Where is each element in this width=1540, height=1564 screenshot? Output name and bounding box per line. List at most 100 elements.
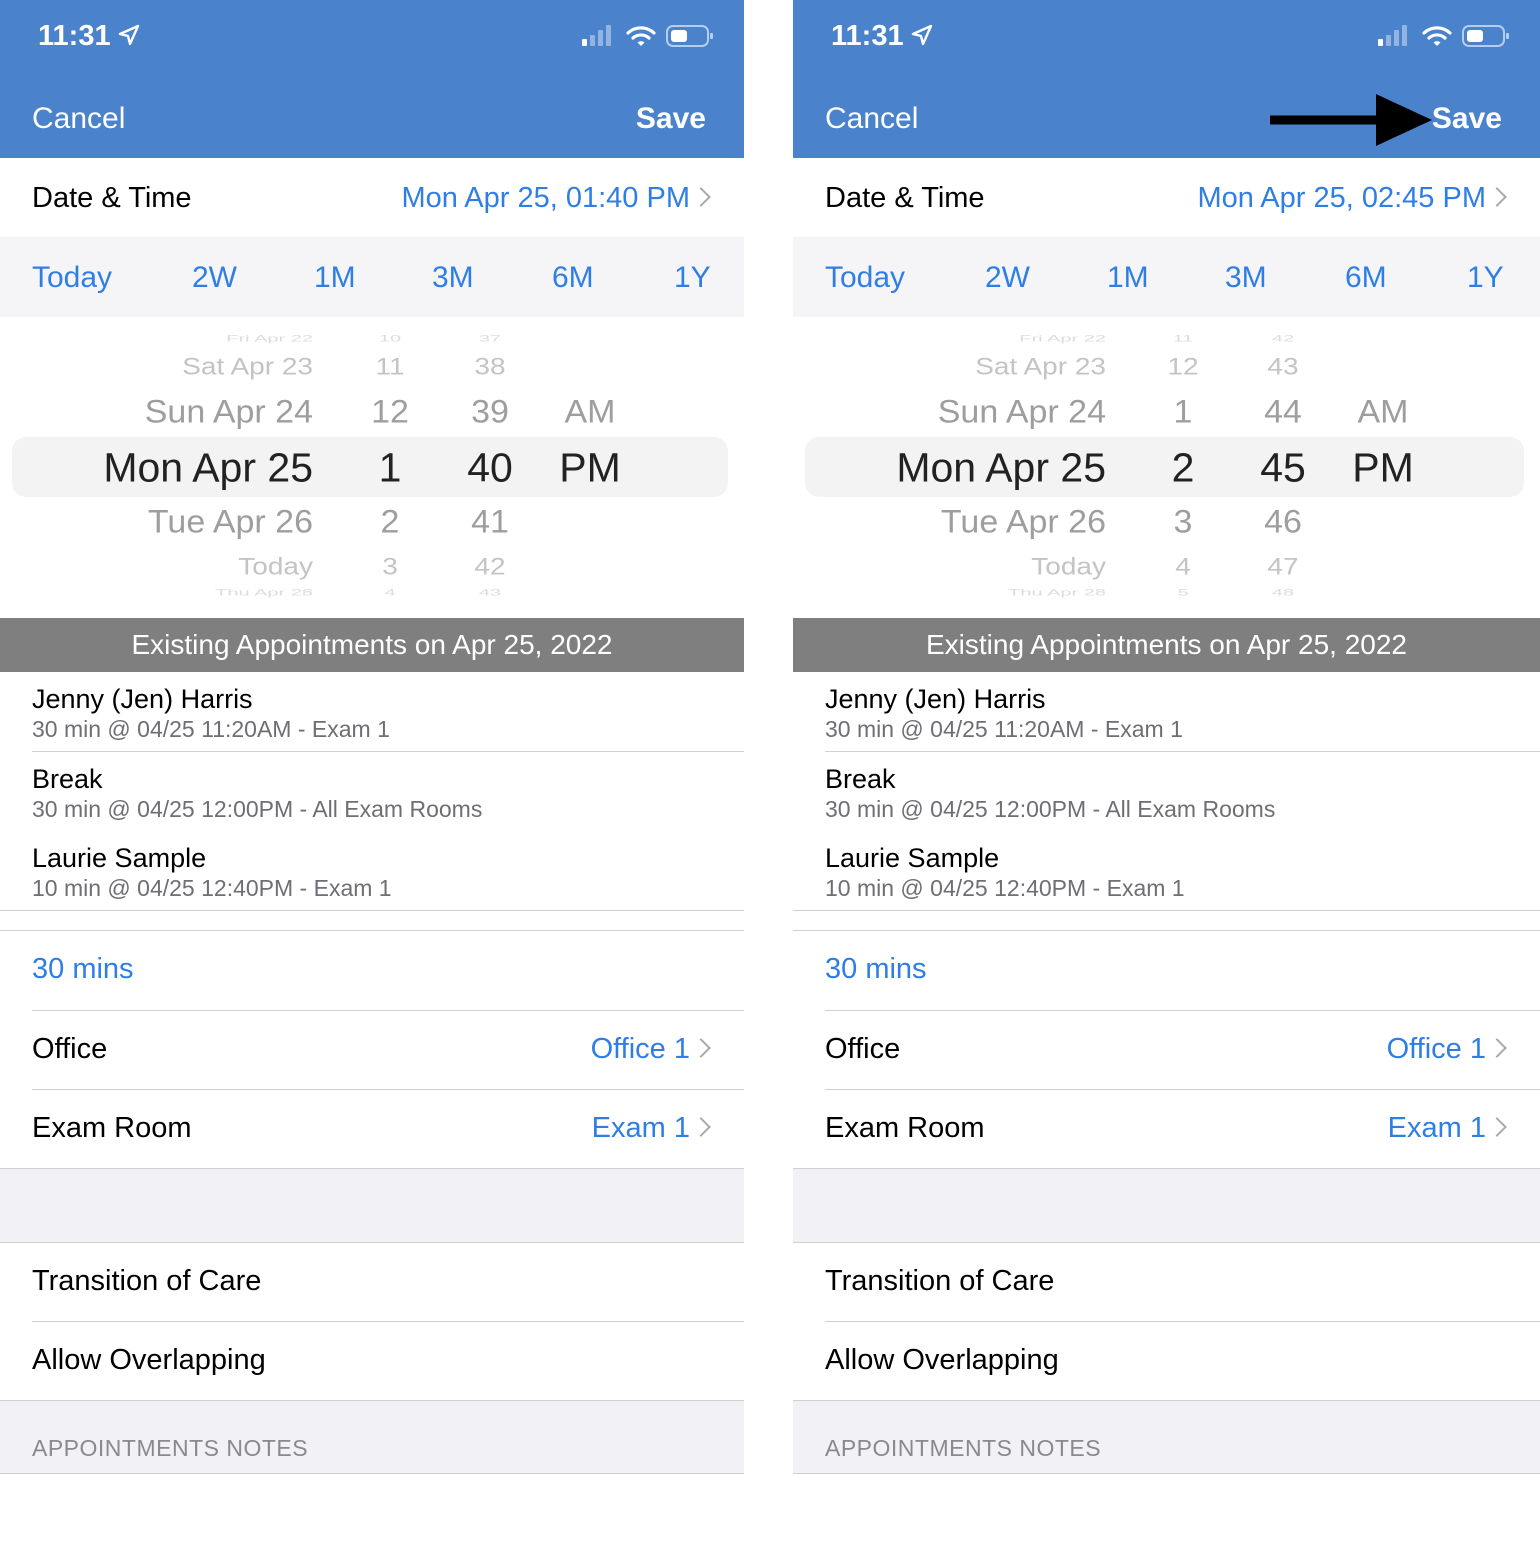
picker-minute[interactable]: 45 bbox=[1260, 447, 1306, 489]
picker-date[interactable]: Fri Apr 22 bbox=[1019, 335, 1106, 344]
picker-minute[interactable]: 37 bbox=[479, 335, 501, 344]
picker-hour[interactable]: 12 bbox=[1167, 355, 1198, 379]
office-value[interactable]: Office 1 bbox=[591, 1033, 711, 1066]
picker-ampm[interactable]: PM bbox=[559, 447, 621, 489]
picker-minute[interactable]: 47 bbox=[1267, 555, 1298, 579]
office-row[interactable]: Office Office 1 bbox=[0, 1011, 744, 1089]
duration-value[interactable]: 30 mins bbox=[825, 953, 927, 986]
picker-hour[interactable]: 10 bbox=[379, 335, 401, 344]
picker-hour[interactable]: 1 bbox=[379, 447, 402, 489]
appointment-item[interactable]: Laurie Sample 10 min @ 04/25 12:40PM - Ex… bbox=[793, 831, 1540, 910]
appointment-item[interactable]: Jenny (Jen) Harris 30 min @ 04/25 11:20AM… bbox=[793, 672, 1540, 751]
quick-range-1m[interactable]: 1M bbox=[1107, 261, 1149, 295]
picker-date[interactable]: Mon Apr 25 bbox=[896, 447, 1106, 489]
exam-room-row[interactable]: Exam Room Exam 1 bbox=[0, 1090, 744, 1168]
picker-minute[interactable]: 43 bbox=[479, 589, 501, 598]
picker-minute[interactable]: 38 bbox=[474, 355, 505, 379]
quick-range-6m[interactable]: 6M bbox=[552, 261, 594, 295]
date-time-picker[interactable]: Fri Apr 22 Sat Apr 23 Sun Apr 24 Mon Apr 25… bbox=[0, 317, 744, 618]
exam-room-value-text: Exam 1 bbox=[591, 1112, 690, 1144]
picker-date[interactable]: Sat Apr 23 bbox=[975, 355, 1106, 379]
appointment-item[interactable]: Laurie Sample 10 min @ 04/25 12:40PM - Ex… bbox=[0, 831, 744, 910]
picker-minute[interactable]: 42 bbox=[474, 555, 505, 579]
date-time-picker[interactable]: Fri Apr 22 Sat Apr 23 Sun Apr 24 Mon Apr 25… bbox=[793, 317, 1540, 618]
picker-hour[interactable]: 3 bbox=[1174, 506, 1193, 538]
exam-room-label: Exam Room bbox=[825, 1112, 985, 1144]
picker-minute[interactable]: 43 bbox=[1267, 355, 1298, 379]
picker-date[interactable]: Fri Apr 22 bbox=[226, 335, 313, 344]
office-row[interactable]: Office Office 1 bbox=[793, 1011, 1540, 1089]
cancel-button[interactable]: Cancel bbox=[32, 102, 125, 136]
quick-range-2w[interactable]: 2W bbox=[985, 261, 1030, 295]
picker-ampm[interactable]: PM bbox=[1352, 447, 1414, 489]
picker-ampm[interactable]: AM bbox=[1358, 396, 1409, 428]
navigation-bar: Cancel Save bbox=[793, 80, 1540, 158]
notes-input[interactable] bbox=[0, 1474, 744, 1564]
office-value[interactable]: Office 1 bbox=[1387, 1033, 1507, 1066]
quick-range-1m[interactable]: 1M bbox=[314, 261, 356, 295]
quick-range-3m[interactable]: 3M bbox=[1225, 261, 1267, 295]
date-time-row[interactable]: Date & Time Mon Apr 25, 01:40 PM bbox=[0, 158, 744, 237]
transition-of-care-row[interactable]: Transition of Care bbox=[793, 1243, 1540, 1321]
picker-hour[interactable]: 1 bbox=[1174, 396, 1193, 428]
picker-date[interactable]: Sun Apr 24 bbox=[145, 396, 313, 428]
picker-hour[interactable]: 5 bbox=[1177, 589, 1188, 598]
exam-room-value[interactable]: Exam 1 bbox=[591, 1112, 711, 1145]
picker-hour[interactable]: 3 bbox=[382, 555, 398, 579]
picker-date[interactable]: Sat Apr 23 bbox=[182, 355, 313, 379]
picker-date[interactable]: Mon Apr 25 bbox=[103, 447, 313, 489]
quick-range-1y[interactable]: 1Y bbox=[674, 261, 711, 295]
picker-hour[interactable]: 4 bbox=[1175, 555, 1191, 579]
exam-room-row[interactable]: Exam Room Exam 1 bbox=[793, 1090, 1540, 1168]
picker-minute[interactable]: 39 bbox=[471, 396, 509, 428]
transition-of-care-row[interactable]: Transition of Care bbox=[0, 1243, 744, 1321]
quick-range-today[interactable]: Today bbox=[825, 261, 905, 295]
date-time-value[interactable]: Mon Apr 25, 02:45 PM bbox=[1197, 182, 1507, 215]
picker-minute[interactable]: 42 bbox=[1272, 335, 1294, 344]
picker-minute[interactable]: 46 bbox=[1264, 506, 1302, 538]
picker-hour[interactable]: 11 bbox=[375, 355, 404, 379]
picker-date[interactable]: Sun Apr 24 bbox=[938, 396, 1106, 428]
picker-hour[interactable]: 11 bbox=[1173, 335, 1194, 344]
quick-range-6m[interactable]: 6M bbox=[1345, 261, 1387, 295]
picker-ampm[interactable]: AM bbox=[565, 396, 616, 428]
battery-icon bbox=[666, 24, 714, 53]
picker-date[interactable]: Tue Apr 26 bbox=[148, 506, 313, 538]
save-button[interactable]: Save bbox=[636, 102, 706, 136]
date-time-label: Date & Time bbox=[825, 182, 985, 214]
appointment-detail: 30 min @ 04/25 12:00PM - All Exam Rooms bbox=[32, 795, 483, 822]
allow-overlapping-row[interactable]: Allow Overlapping bbox=[0, 1322, 744, 1400]
picker-date[interactable]: Today bbox=[238, 555, 313, 579]
date-time-row[interactable]: Date & Time Mon Apr 25, 02:45 PM bbox=[793, 158, 1540, 237]
status-time-text: 11:31 bbox=[38, 20, 111, 52]
duration-row[interactable]: 30 mins bbox=[793, 931, 1540, 1010]
duration-value[interactable]: 30 mins bbox=[32, 953, 134, 986]
quick-range-today[interactable]: Today bbox=[32, 261, 112, 295]
notes-header-label: APPOINTMENTS NOTES bbox=[825, 1435, 1102, 1461]
picker-date[interactable]: Thu Apr 28 bbox=[215, 589, 313, 598]
picker-hour[interactable]: 4 bbox=[384, 589, 395, 598]
quick-range-2w[interactable]: 2W bbox=[192, 261, 237, 295]
appointment-item[interactable]: Jenny (Jen) Harris 30 min @ 04/25 11:20AM… bbox=[0, 672, 744, 751]
allow-overlapping-row[interactable]: Allow Overlapping bbox=[793, 1322, 1540, 1400]
picker-hour[interactable]: 2 bbox=[1172, 447, 1195, 489]
picker-minute[interactable]: 40 bbox=[467, 447, 513, 489]
picker-date[interactable]: Thu Apr 28 bbox=[1008, 589, 1106, 598]
picker-date[interactable]: Tue Apr 26 bbox=[941, 506, 1106, 538]
appointment-item[interactable]: Break 30 min @ 04/25 12:00PM - All Exam R… bbox=[0, 751, 744, 831]
duration-row[interactable]: 30 mins bbox=[0, 931, 744, 1010]
quick-range-3m[interactable]: 3M bbox=[432, 261, 474, 295]
save-button[interactable]: Save bbox=[1432, 102, 1502, 136]
cancel-button[interactable]: Cancel bbox=[825, 102, 918, 136]
picker-minute[interactable]: 41 bbox=[471, 506, 509, 538]
appointment-item[interactable]: Break 30 min @ 04/25 12:00PM - All Exam R… bbox=[793, 751, 1540, 831]
date-time-value[interactable]: Mon Apr 25, 01:40 PM bbox=[401, 182, 711, 215]
picker-minute[interactable]: 44 bbox=[1264, 396, 1302, 428]
picker-date[interactable]: Today bbox=[1031, 555, 1106, 579]
picker-hour[interactable]: 2 bbox=[381, 506, 400, 538]
quick-range-1y[interactable]: 1Y bbox=[1467, 261, 1504, 295]
exam-room-value[interactable]: Exam 1 bbox=[1388, 1112, 1507, 1145]
notes-input[interactable] bbox=[793, 1474, 1540, 1564]
picker-hour[interactable]: 12 bbox=[371, 396, 409, 428]
picker-minute[interactable]: 48 bbox=[1272, 589, 1294, 598]
